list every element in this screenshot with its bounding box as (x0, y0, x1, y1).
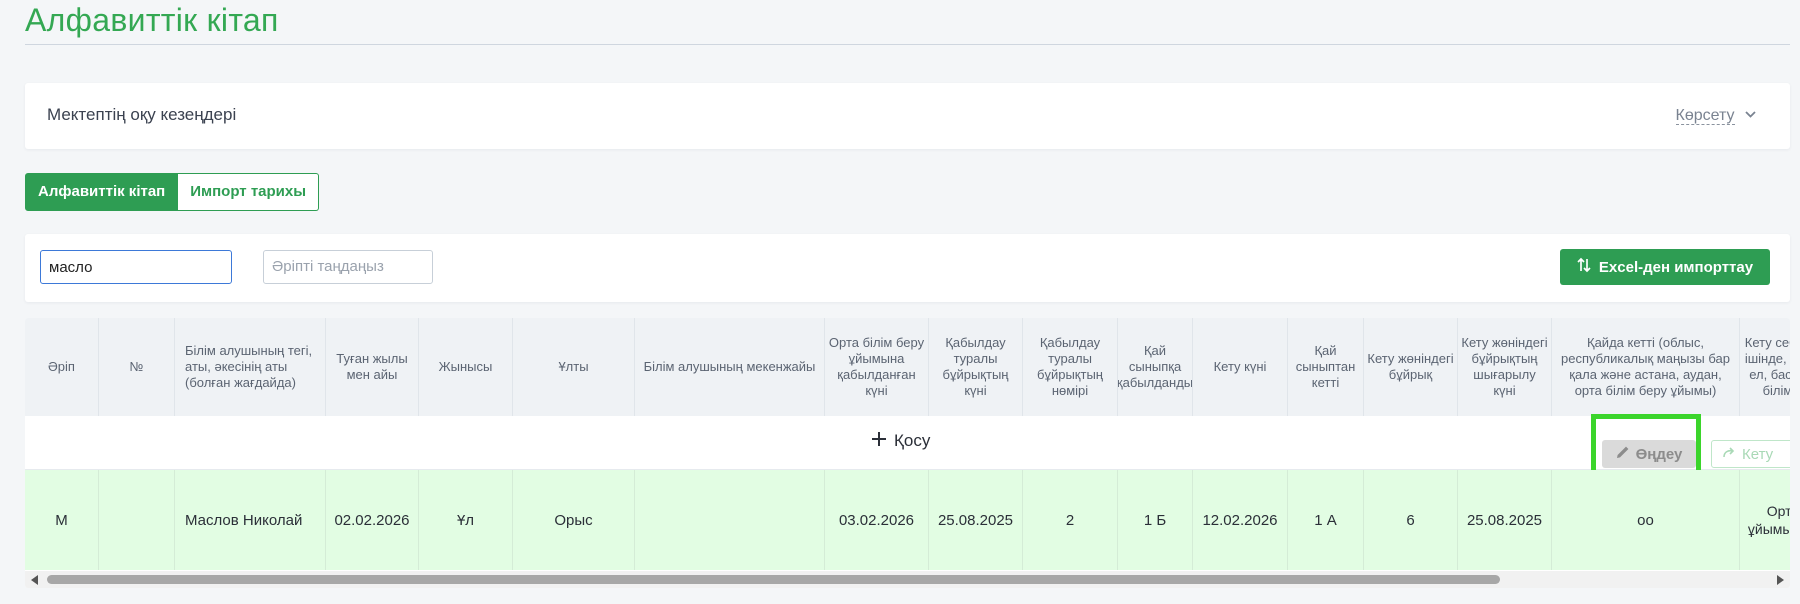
table-cell-2 (99, 470, 175, 570)
scroll-right-arrow-icon[interactable] (1777, 575, 1784, 585)
table-cell-14: 6 (1364, 470, 1458, 570)
school-periods-panel: Мектептің оқу кезеңдері Көрсету (25, 83, 1790, 149)
table-cell-16: оо (1552, 470, 1740, 570)
chevron-down-icon (1745, 105, 1756, 123)
sort-arrows-icon (1577, 257, 1591, 277)
table-cell-10: 2 (1023, 470, 1118, 570)
column-header-13: Қай сыныптан кетті (1288, 318, 1364, 416)
column-header-17: Кету себебі (республика ішінде, ТМД елде… (1740, 318, 1790, 416)
column-header-16: Қайда кетті (облыс, республикалық маңызы… (1552, 318, 1740, 416)
table-cell-9: 25.08.2025 (929, 470, 1023, 570)
column-header-11: Қай сыныпқа қабылданды (1118, 318, 1193, 416)
school-periods-title: Мектептің оқу кезеңдері (47, 105, 237, 124)
add-button[interactable]: Қосу (872, 431, 930, 451)
table-cell-6: Орыс (513, 470, 635, 570)
column-header-14: Кету жөніндегі бұйрық (1364, 318, 1458, 416)
table-cell-3: Маслов Николай (175, 470, 326, 570)
show-periods-label: Көрсету (1675, 107, 1735, 125)
table-cell-17: Орта білім беру ұйымының негізі сайт (1740, 470, 1790, 570)
table-cell-11: 1 Б (1118, 470, 1193, 570)
table-cell-15: 25.08.2025 (1458, 470, 1552, 570)
column-header-5: Жынысы (419, 318, 513, 416)
pencil-icon (1616, 445, 1630, 463)
scrollbar-thumb[interactable] (47, 575, 1500, 584)
column-header-1: Әріп (25, 318, 99, 416)
table-header: Әріп № Білім алушының тегі, аты, әкесінің … (25, 318, 1790, 416)
column-header-8: Орта білім беру ұйымына қабылданған күні (825, 318, 929, 416)
tab-import-history[interactable]: Импорт тарихы (178, 173, 320, 211)
view-tabs: Алфавиттік кітап Импорт тарихы (25, 173, 320, 211)
column-header-9: Қабылдау туралы бұйрықтың күні (929, 318, 1023, 416)
filter-panel: Әріпті таңдаңыз Excel-ден импорттау (25, 234, 1790, 302)
column-header-15: Кету жөніндегі бұйрықтың шығарылу күні (1458, 318, 1552, 416)
edit-button[interactable]: Өңдеу (1602, 440, 1696, 468)
table-cell-13: 1 А (1288, 470, 1364, 570)
table-row[interactable]: М Маслов Николай 02.02.2026 Ұл Орыс 03.02.202… (25, 470, 1790, 570)
table-cell-4: 02.02.2026 (326, 470, 419, 570)
plus-icon (872, 431, 886, 451)
page-title: Алфавиттік кітап (25, 2, 279, 38)
table-cell-1: М (25, 470, 99, 570)
add-label: Қосу (894, 431, 931, 450)
show-periods-toggle[interactable]: Көрсету (1675, 105, 1756, 125)
column-header-4: Туған жылы мен айы (326, 318, 419, 416)
edit-label: Өңдеу (1635, 445, 1683, 463)
table-cell-8: 03.02.2026 (825, 470, 929, 570)
search-input[interactable] (40, 250, 232, 284)
redo-arrow-icon (1722, 446, 1736, 463)
leave-label: Кету (1742, 445, 1774, 463)
table-cell-5: Ұл (419, 470, 513, 570)
column-header-6: Ұлты (513, 318, 635, 416)
add-row: Қосу Өңдеу Кету (25, 416, 1790, 470)
excel-import-label: Excel-ден импорттау (1598, 258, 1754, 276)
tab-alphabet-book[interactable]: Алфавиттік кітап (25, 173, 179, 211)
students-table: Әріп № Білім алушының тегі, аты, әкесінің … (25, 318, 1790, 588)
excel-import-button[interactable]: Excel-ден импорттау (1560, 249, 1770, 285)
leave-button[interactable]: Кету (1711, 440, 1790, 468)
horizontal-scrollbar[interactable] (25, 571, 1790, 588)
letter-select[interactable]: Әріпті таңдаңыз (263, 250, 433, 284)
table-cell-12: 12.02.2026 (1193, 470, 1288, 570)
title-divider (25, 44, 1790, 45)
column-header-3: Білім алушының тегі, аты, әкесінің аты (… (175, 318, 326, 416)
column-header-2: № (99, 318, 175, 416)
column-header-7: Білім алушының мекенжайы (635, 318, 825, 416)
table-cell-7 (635, 470, 825, 570)
column-header-12: Кету күні (1193, 318, 1288, 416)
scroll-left-arrow-icon[interactable] (31, 575, 38, 585)
column-header-10: Қабылдау туралы бұйрықтың нөмірі (1023, 318, 1118, 416)
